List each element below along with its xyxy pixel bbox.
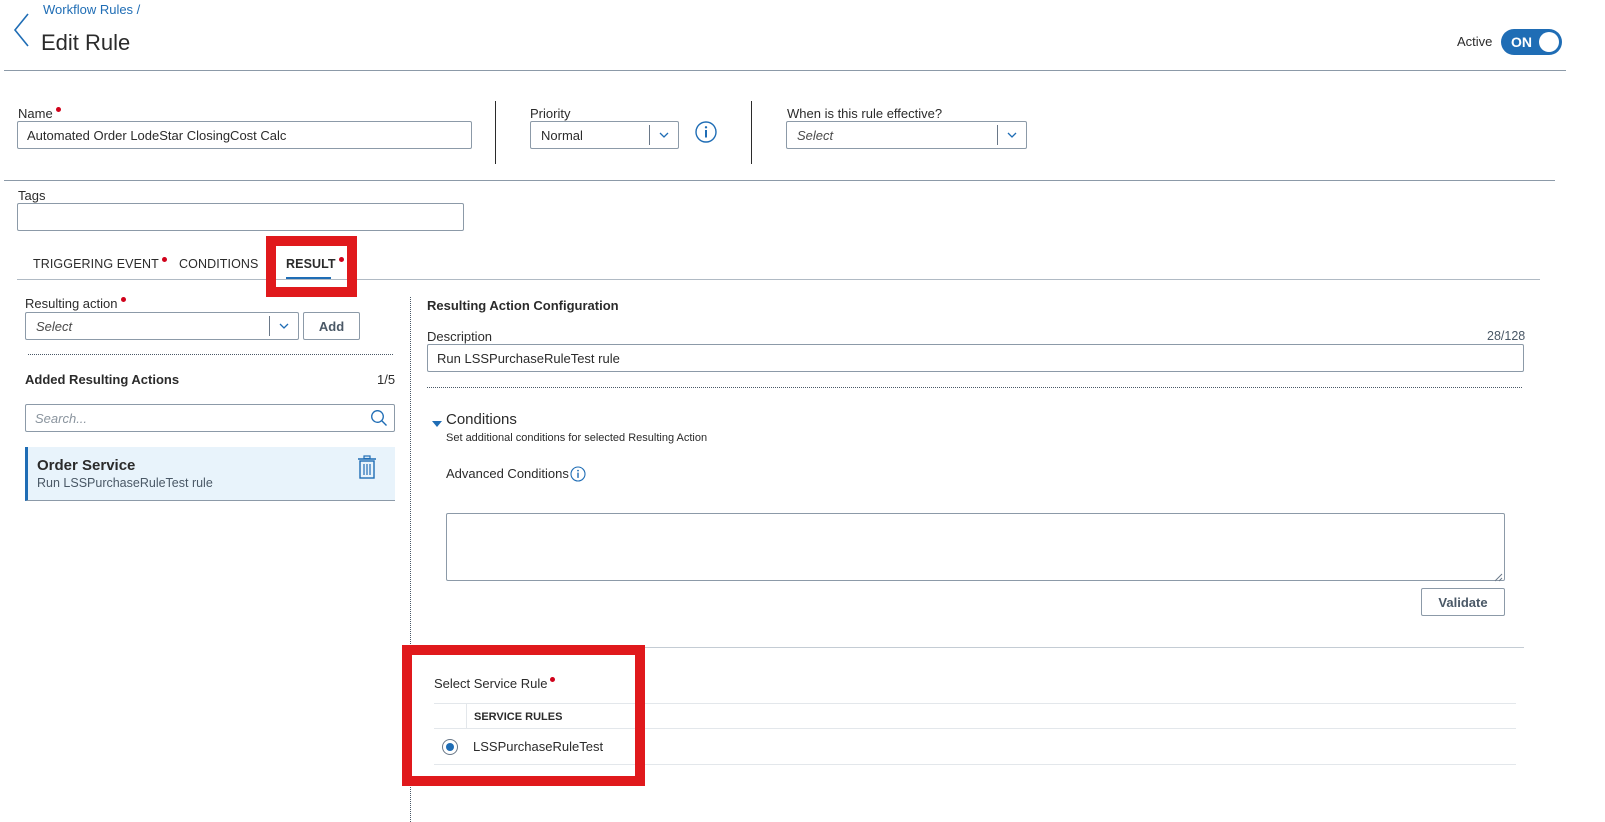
search-placeholder: Search... (35, 410, 88, 426)
chevron-down-icon (270, 323, 298, 329)
resulting-action-label: Resulting action (25, 296, 126, 311)
add-button[interactable]: Add (303, 312, 360, 340)
field-divider (495, 101, 496, 164)
added-actions-title: Added Resulting Actions (25, 372, 180, 387)
added-actions-count: 1/5 (377, 372, 396, 387)
resize-handle-icon[interactable] (1494, 570, 1503, 582)
search-icon[interactable] (370, 409, 388, 427)
breadcrumb[interactable]: Workflow Rules / (43, 2, 140, 17)
chevron-down-icon (998, 132, 1026, 138)
field-divider (751, 101, 752, 164)
tab-label: TRIGGERING EVENT (33, 257, 167, 271)
page-title: Edit Rule (41, 30, 131, 55)
tabs-divider (17, 279, 1540, 280)
highlight-box-result-tab (266, 236, 357, 297)
trash-icon[interactable] (357, 455, 377, 479)
active-label: Active (1457, 34, 1493, 49)
dotted-divider (427, 387, 1522, 388)
effective-label: When is this rule effective? (787, 106, 943, 121)
conditions-subtitle: Set additional conditions for selected R… (446, 432, 708, 444)
tab-conditions[interactable]: CONDITIONS (179, 257, 258, 271)
list-item[interactable]: Order Service Run LSSPurchaseRuleTest ru… (25, 447, 395, 501)
advanced-conditions-label: Advanced Conditions (446, 466, 569, 481)
chevron-down-icon (650, 132, 678, 138)
description-input[interactable]: Run LSSPurchaseRuleTest rule (427, 344, 1524, 372)
section-divider (4, 180, 1555, 181)
caret-down-icon[interactable] (432, 416, 442, 427)
highlight-box-service-rule (402, 645, 645, 786)
tab-label: CONDITIONS (179, 257, 259, 271)
priority-value: Normal (541, 127, 583, 143)
tab-triggering-event[interactable]: TRIGGERING EVENT (33, 257, 167, 271)
list-item-subtitle: Run LSSPurchaseRuleTest rule (37, 476, 213, 490)
tags-input[interactable] (17, 203, 464, 231)
active-toggle[interactable]: ON (1501, 29, 1562, 55)
tags-label: Tags (18, 188, 46, 203)
effective-placeholder: Select (797, 127, 834, 143)
dotted-divider (28, 354, 393, 355)
validate-button[interactable]: Validate (1421, 588, 1505, 616)
info-icon[interactable] (570, 466, 586, 482)
resulting-action-select[interactable]: Select (25, 312, 299, 340)
advanced-conditions-textarea[interactable] (446, 513, 1505, 582)
name-label: Name (18, 106, 61, 121)
priority-label: Priority (530, 106, 571, 121)
config-title: Resulting Action Configuration (427, 298, 619, 313)
description-label: Description (427, 329, 493, 344)
description-counter: 28/128 (1487, 329, 1526, 343)
list-item-title: Order Service (37, 457, 136, 474)
conditions-title[interactable]: Conditions (446, 411, 517, 428)
back-chevron-icon[interactable] (12, 12, 32, 48)
toggle-knob (1539, 32, 1559, 52)
header-divider (4, 70, 1566, 71)
info-icon[interactable] (695, 121, 717, 143)
search-input[interactable]: Search... (25, 404, 395, 432)
resulting-action-placeholder: Select (36, 318, 73, 334)
priority-select[interactable]: Normal (530, 121, 679, 149)
effective-select[interactable]: Select (786, 121, 1027, 149)
toggle-label: ON (1511, 34, 1532, 50)
name-input[interactable]: Automated Order LodeStar ClosingCost Cal… (17, 121, 472, 149)
